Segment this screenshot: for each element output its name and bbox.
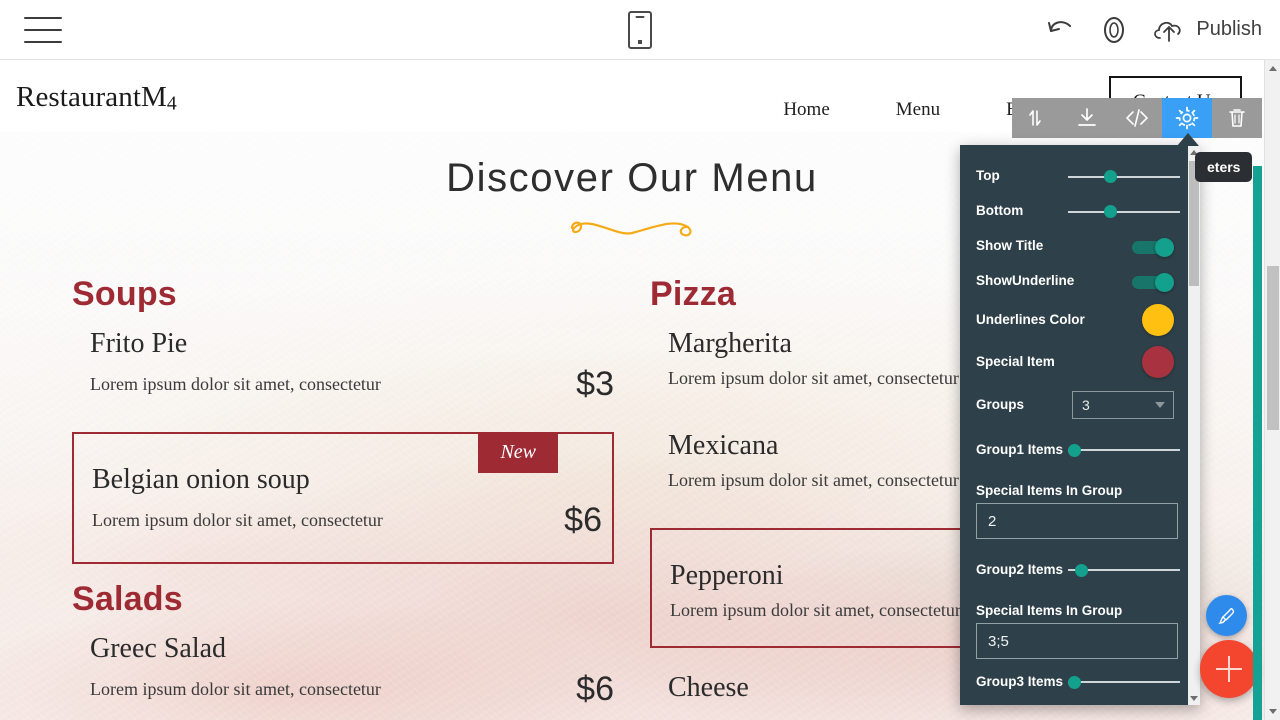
menu-item[interactable]: Frito Pie Lorem ipsum dolor sit amet, co… xyxy=(72,320,614,416)
publish-label: Publish xyxy=(1196,18,1262,40)
gear-settings-icon[interactable] xyxy=(1162,98,1212,138)
setting-label-show-title: Show Title xyxy=(976,238,1044,254)
window-scrollbar-thumb[interactable] xyxy=(1267,266,1279,430)
top-padding-slider[interactable] xyxy=(1068,170,1180,184)
special-items-in-group2-input[interactable] xyxy=(976,623,1178,659)
block-settings-panel: Top Bottom Show Title ShowUnderline Unde… xyxy=(960,145,1200,705)
menu-item-description: Lorem ipsum dolor sit amet, consectetur xyxy=(668,470,959,490)
window-scrollbar[interactable] xyxy=(1264,60,1280,720)
move-up-down-icon[interactable] xyxy=(1012,98,1062,138)
publish-button[interactable]: Publish xyxy=(1150,15,1262,45)
setting-label-special-items-group2: Special Items In Group xyxy=(976,603,1123,618)
menu-item-special[interactable]: New Belgian onion soup Lorem ipsum dolor… xyxy=(72,432,614,564)
menu-item-description: Lorem ipsum dolor sit amet, consectetur xyxy=(668,368,959,388)
setting-label-special-items-group1: Special Items In Group xyxy=(976,483,1123,498)
setting-row-special-item: Special Item xyxy=(960,341,1188,383)
mobile-phone-icon[interactable] xyxy=(628,10,652,49)
menu-item-price: $3 xyxy=(576,365,614,403)
groups-select-value: 3 xyxy=(1082,397,1090,413)
setting-row-underlines-color: Underlines Color xyxy=(960,299,1188,341)
groups-select[interactable]: 3 xyxy=(1072,391,1174,419)
chevron-down-icon xyxy=(1155,402,1165,408)
teal-accent-bar xyxy=(1253,166,1262,720)
eye-preview-icon[interactable] xyxy=(1096,15,1132,45)
group3-items-slider[interactable] xyxy=(1068,675,1180,689)
setting-row-show-underline: ShowUnderline xyxy=(960,264,1188,299)
underlines-color-swatch[interactable] xyxy=(1142,304,1174,336)
special-items-in-group1-input[interactable] xyxy=(976,503,1178,539)
scroll-down-arrow-icon[interactable] xyxy=(1188,691,1200,705)
setting-row-bottom: Bottom xyxy=(960,194,1188,229)
setting-row-top: Top xyxy=(960,159,1188,194)
popover-arrow xyxy=(1177,133,1199,146)
plus-add-icon[interactable] xyxy=(1200,640,1258,698)
code-brackets-icon[interactable] xyxy=(1112,98,1162,138)
builder-app: Publish RestaurantM4 Home Menu Blog Cont… xyxy=(0,0,1280,720)
nav-item-menu[interactable]: Menu xyxy=(896,99,940,121)
menu-item-description: Lorem ipsum dolor sit amet, consectetur xyxy=(670,600,961,620)
setting-label-group1-items: Group1 Items xyxy=(976,441,1064,457)
menu-item[interactable]: Greec Salad Lorem ipsum dolor sit amet, … xyxy=(72,625,614,720)
group1-items-slider[interactable] xyxy=(1068,443,1180,457)
site-logo-subscript: 4 xyxy=(166,92,177,115)
top-app-bar: Publish xyxy=(0,0,1280,60)
settings-tooltip: eters xyxy=(1195,152,1253,182)
setting-label-special-item: Special Item xyxy=(976,353,1055,369)
block-toolbar xyxy=(1012,98,1262,138)
paintbrush-icon[interactable] xyxy=(1206,595,1247,636)
setting-row-group1-items: Group1 Items xyxy=(960,427,1188,473)
show-title-toggle[interactable] xyxy=(1132,237,1174,257)
site-logo-text: RestaurantM xyxy=(16,81,167,113)
site-logo[interactable]: RestaurantM4 xyxy=(16,81,177,116)
setting-label-underlines-color: Underlines Color xyxy=(976,311,1085,327)
menu-item-name: Greec Salad xyxy=(90,633,227,664)
menu-item-price: $6 xyxy=(576,670,614,708)
cloud-upload-icon xyxy=(1150,15,1188,45)
setting-row-show-title: Show Title xyxy=(960,229,1188,264)
download-icon[interactable] xyxy=(1062,98,1112,138)
menu-item-description: Lorem ipsum dolor sit amet, consectetur xyxy=(90,374,381,394)
settings-panel-scrollbar[interactable] xyxy=(1188,145,1200,705)
setting-label-group3-items: Group3 Items xyxy=(976,673,1064,689)
window-scroll-up-icon[interactable] xyxy=(1265,60,1280,77)
underline-flourish-icon xyxy=(570,221,692,237)
settings-scroll-area: Top Bottom Show Title ShowUnderline Unde… xyxy=(960,145,1188,705)
special-item-color-swatch[interactable] xyxy=(1142,346,1174,378)
show-underline-toggle[interactable] xyxy=(1132,272,1174,292)
trash-delete-icon[interactable] xyxy=(1212,98,1262,138)
group-title-soups: Soups xyxy=(72,275,177,313)
setting-row-group3-items: Group3 Items xyxy=(960,667,1188,697)
window-scroll-down-icon[interactable] xyxy=(1265,703,1280,720)
bottom-padding-slider[interactable] xyxy=(1068,205,1180,219)
hamburger-menu-icon[interactable] xyxy=(24,16,62,43)
setting-label-group2-items: Group2 Items xyxy=(976,561,1064,577)
setting-label-show-underline: ShowUnderline xyxy=(976,273,1075,289)
menu-item-name: Frito Pie xyxy=(90,328,188,359)
setting-label-bottom: Bottom xyxy=(976,203,1024,219)
menu-item-description: Lorem ipsum dolor sit amet, consectetur xyxy=(92,510,383,530)
menu-column-left: Soups Frito Pie Lorem ipsum dolor sit am… xyxy=(72,275,614,720)
setting-row-group2-items: Group2 Items xyxy=(960,547,1188,593)
undo-arrow-icon[interactable] xyxy=(1044,16,1078,44)
setting-row-groups: Groups 3 xyxy=(960,383,1188,427)
setting-label-top: Top xyxy=(976,168,1000,184)
new-badge: New xyxy=(478,432,558,473)
group-title-salads: Salads xyxy=(72,580,183,618)
top-actions: Publish xyxy=(1044,15,1262,45)
nav-item-home[interactable]: Home xyxy=(783,99,829,121)
group2-items-slider[interactable] xyxy=(1068,563,1180,577)
menu-item-price: $6 xyxy=(564,501,602,539)
menu-item-description: Lorem ipsum dolor sit amet, consectetur xyxy=(90,679,381,699)
setting-label-groups: Groups xyxy=(976,396,1025,412)
